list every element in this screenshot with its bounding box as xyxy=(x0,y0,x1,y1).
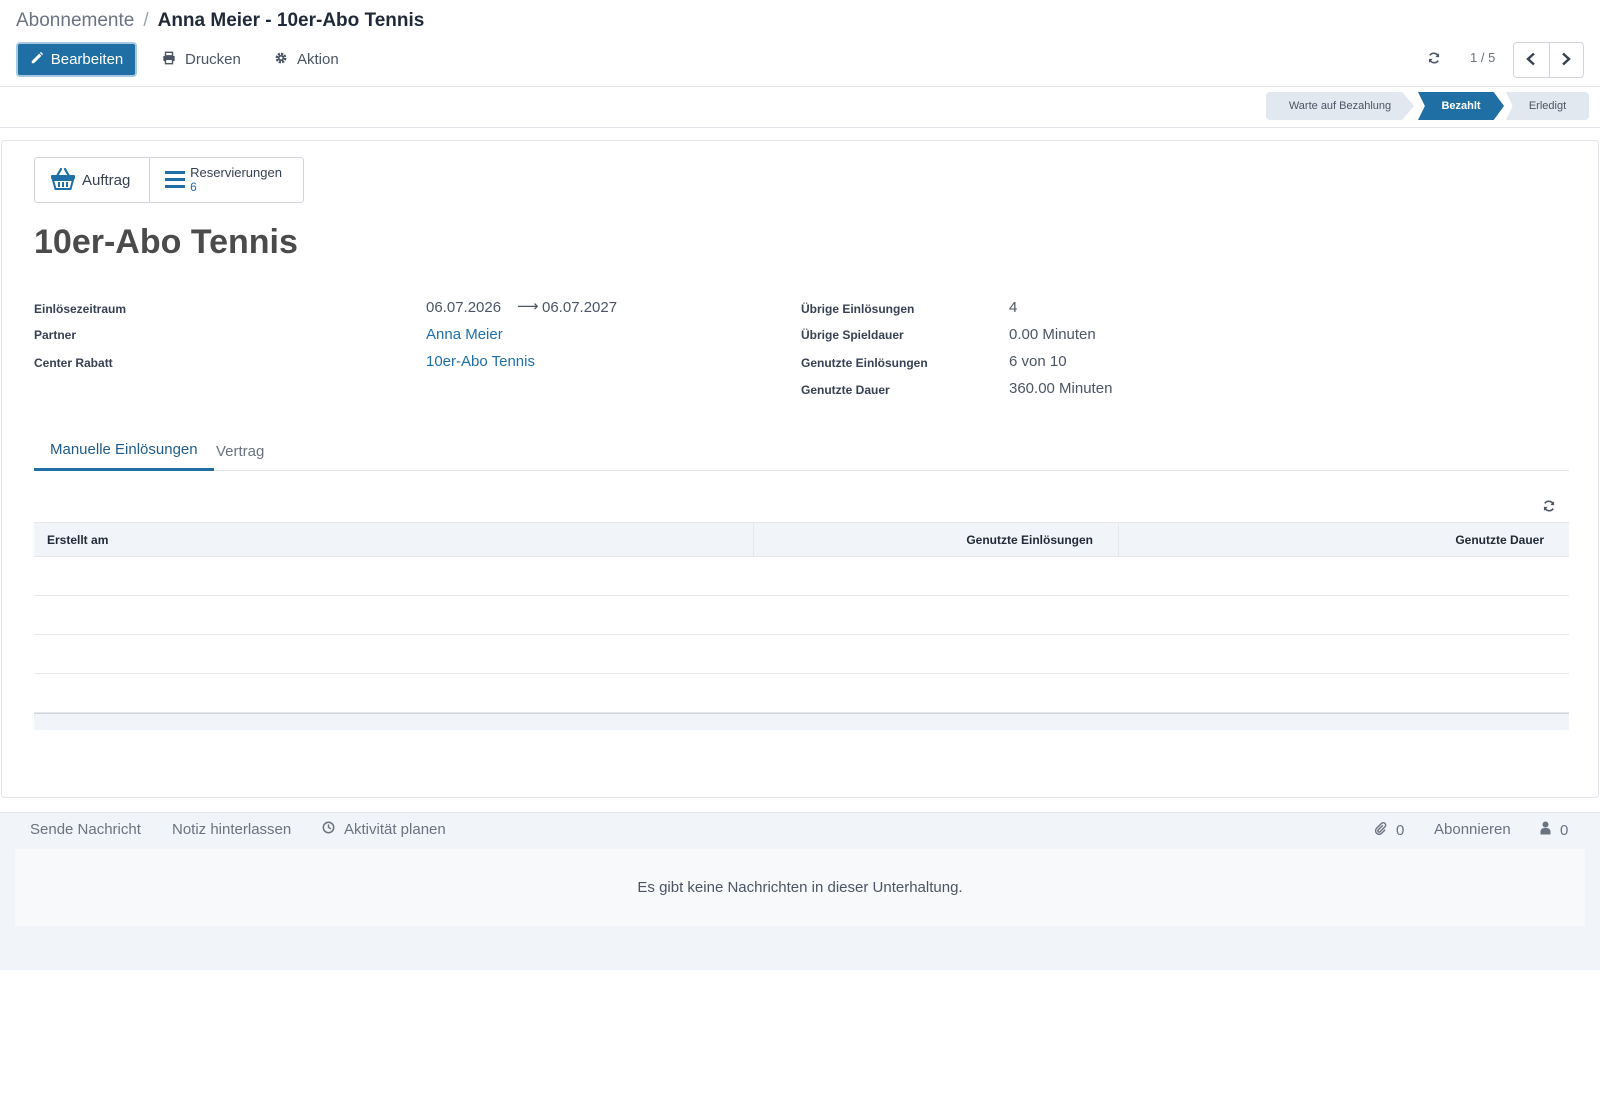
chatter-empty-message: Es gibt keine Nachrichten in dieser Unte… xyxy=(15,849,1585,926)
order-smart-button-label: Auftrag xyxy=(82,171,131,189)
stage-erledigt[interactable]: Erledigt xyxy=(1506,92,1589,120)
schedule-activity-label: Aktivität planen xyxy=(344,821,446,838)
table-row xyxy=(34,674,1569,713)
center-discount-label: Center Rabatt xyxy=(34,356,113,370)
smart-button-box: Auftrag Reservierungen 6 xyxy=(34,157,304,203)
basket-icon xyxy=(50,167,76,194)
arrow-right-icon: ⟶ xyxy=(517,298,539,315)
pager-previous-button[interactable] xyxy=(1514,43,1549,77)
notebook-tabs: Manuelle Einlösungen Vertrag xyxy=(34,431,1569,471)
center-discount-link[interactable]: 10er-Abo Tennis xyxy=(426,353,535,370)
reservations-count: 6 xyxy=(190,180,197,194)
tab-vertrag[interactable]: Vertrag xyxy=(200,431,280,471)
record-title: 10er-Abo Tennis xyxy=(34,223,298,261)
edit-button[interactable]: Bearbeiten xyxy=(16,42,137,77)
refresh-icon[interactable] xyxy=(1424,48,1444,68)
action-button-label: Aktion xyxy=(297,51,339,68)
partner-label: Partner xyxy=(34,328,77,342)
breadcrumb-parent-link[interactable]: Abonnemente xyxy=(16,10,134,32)
list-refresh-icon[interactable] xyxy=(1540,497,1558,515)
attachments-button[interactable]: 0 xyxy=(1374,821,1404,839)
followers-button[interactable]: 0 xyxy=(1540,821,1568,839)
user-icon xyxy=(1540,821,1551,839)
log-note-label: Notiz hinterlassen xyxy=(172,821,292,838)
send-message-button[interactable]: Sende Nachricht xyxy=(30,821,141,838)
print-button-label: Drucken xyxy=(185,51,241,68)
gear-icon xyxy=(274,51,288,69)
remaining-playtime-value: 0.00 Minuten xyxy=(1009,326,1096,343)
order-smart-button[interactable]: Auftrag xyxy=(35,158,151,202)
tab-manuelle-einloesungen[interactable]: Manuelle Einlösungen xyxy=(34,431,214,471)
follow-label: Abonnieren xyxy=(1434,821,1511,838)
chevron-right-icon xyxy=(1560,52,1572,69)
control-panel: Abonnemente / Anna Meier - 10er-Abo Tenn… xyxy=(0,0,1600,87)
column-header-used-duration[interactable]: Genutzte Dauer xyxy=(1119,523,1569,556)
redemption-period-to[interactable]: 06.07.2027 xyxy=(542,299,617,316)
table-row xyxy=(34,635,1569,674)
attachments-count: 0 xyxy=(1396,821,1405,839)
table-footer xyxy=(34,713,1569,730)
list-icon xyxy=(164,168,186,193)
breadcrumb: Abonnemente / Anna Meier - 10er-Abo Tenn… xyxy=(16,10,424,32)
used-redemptions-value: 6 von 10 xyxy=(1009,353,1067,370)
partner-link[interactable]: Anna Meier xyxy=(426,326,503,343)
edit-button-label: Bearbeiten xyxy=(50,51,124,68)
clock-icon xyxy=(322,821,335,838)
log-note-button[interactable]: Notiz hinterlassen xyxy=(172,821,291,838)
breadcrumb-separator: / xyxy=(143,10,149,31)
pencil-icon xyxy=(30,51,44,69)
table-header: Erstellt am Genutzte Einlösungen Genutzt… xyxy=(34,522,1569,557)
reservations-label: Reservierungen xyxy=(190,165,282,180)
redemption-period-from[interactable]: 06.07.2026 xyxy=(426,299,501,316)
reservations-smart-button[interactable]: Reservierungen 6 xyxy=(150,158,303,202)
stage-bezahlt[interactable]: Bezahlt xyxy=(1418,92,1504,120)
used-duration-value: 360.00 Minuten xyxy=(1009,380,1113,397)
remaining-redemptions-value: 4 xyxy=(1009,299,1018,316)
follow-button[interactable]: Abonnieren xyxy=(1434,821,1511,838)
pager-next-button[interactable] xyxy=(1548,43,1584,77)
redemptions-table: Erstellt am Genutzte Einlösungen Genutzt… xyxy=(34,522,1569,730)
form-sheet: Auftrag Reservierungen 6 10er-Abo Tennis… xyxy=(1,140,1599,798)
table-row xyxy=(34,596,1569,635)
table-row xyxy=(34,557,1569,596)
remaining-redemptions-label: Übrige Einlösungen xyxy=(801,302,915,316)
column-header-used-redemptions[interactable]: Genutzte Einlösungen xyxy=(754,523,1119,556)
used-redemptions-label: Genutzte Einlösungen xyxy=(801,356,928,370)
reservations-smart-button-text: Reservierungen 6 xyxy=(190,165,282,195)
paperclip-icon xyxy=(1374,821,1387,839)
schedule-activity-button[interactable]: Aktivität planen xyxy=(322,821,446,838)
column-header-created-on[interactable]: Erstellt am xyxy=(34,523,754,556)
print-button[interactable]: Drucken xyxy=(162,46,241,73)
statusbar: Warte auf Bezahlung Bezahlt Erledigt xyxy=(0,87,1600,128)
send-message-label: Sende Nachricht xyxy=(30,821,141,838)
followers-count: 0 xyxy=(1560,821,1569,839)
pager-buttons xyxy=(1513,42,1584,78)
redemption-period-label: Einlösezeitraum xyxy=(34,302,127,316)
chevron-left-icon xyxy=(1525,52,1537,69)
action-button[interactable]: Aktion xyxy=(274,46,339,73)
pager-value[interactable]: 1 / 5 xyxy=(1470,50,1495,65)
used-duration-label: Genutzte Dauer xyxy=(801,383,890,397)
stage-warte-auf-bezahlung[interactable]: Warte auf Bezahlung xyxy=(1266,92,1414,120)
chatter: Sende Nachricht Notiz hinterlassen Aktiv… xyxy=(0,812,1600,970)
remaining-playtime-label: Übrige Spieldauer xyxy=(801,328,904,342)
breadcrumb-current: Anna Meier - 10er-Abo Tennis xyxy=(157,10,425,31)
printer-icon xyxy=(162,51,176,69)
